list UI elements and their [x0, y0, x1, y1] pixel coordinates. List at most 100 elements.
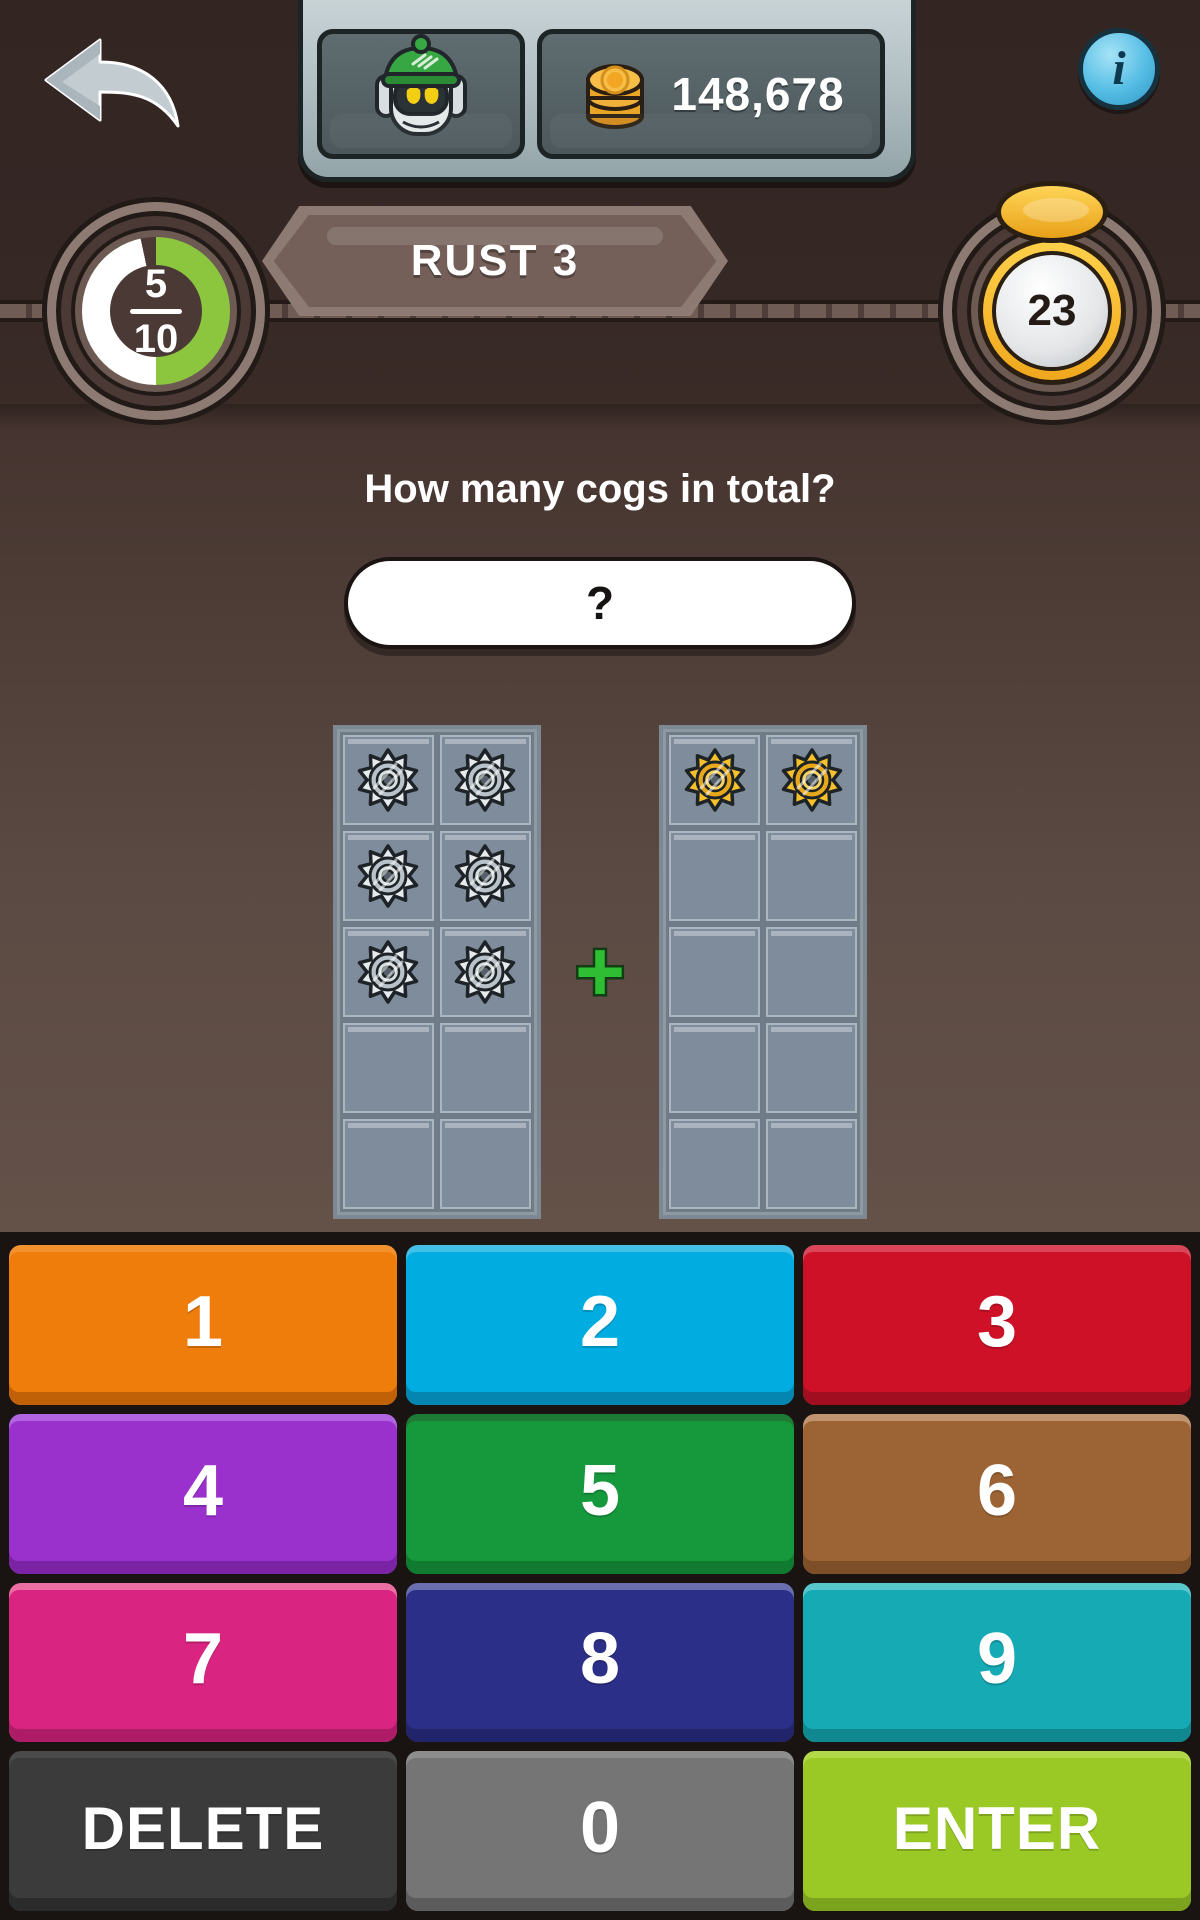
key-label: 5 — [579, 1450, 621, 1531]
badge-coin-icon — [996, 181, 1108, 243]
key-label: ENTER — [892, 1794, 1102, 1862]
player-avatar-icon — [375, 34, 467, 136]
back-button[interactable] — [38, 32, 186, 132]
key-label: 4 — [182, 1450, 224, 1531]
right-cog-grid — [659, 725, 868, 1219]
key-5[interactable]: 5 — [406, 1413, 794, 1574]
grid-cell-empty — [339, 1116, 437, 1212]
cell-highlight — [444, 1027, 526, 1032]
key-6[interactable]: 6 — [803, 1413, 1191, 1574]
key-label: 1 — [182, 1281, 224, 1362]
key-9[interactable]: 9 — [803, 1582, 1191, 1743]
cell-highlight — [771, 1027, 853, 1032]
cog-icon — [684, 748, 745, 812]
cell-highlight — [674, 739, 756, 744]
key-delete[interactable]: DELETE — [9, 1751, 397, 1911]
key-label: 7 — [182, 1619, 224, 1700]
grid-cell-empty — [436, 1116, 534, 1212]
key-face: 8 — [406, 1589, 794, 1730]
cell-highlight — [771, 931, 853, 936]
grid-cell-filled — [436, 924, 534, 1020]
coin-count: 148,678 — [671, 68, 845, 120]
progress-dial: 5 10 — [42, 197, 270, 425]
key-8[interactable]: 8 — [406, 1582, 794, 1743]
grid-cell-empty — [666, 828, 764, 924]
grid-cell-filled — [339, 732, 437, 828]
banner-gloss — [326, 226, 664, 245]
level-badge: 23 — [938, 181, 1166, 425]
cell-highlight — [771, 739, 853, 744]
game-screen: 148,678 i 5 10 RUST 3 23 How many cogs i… — [0, 0, 1200, 1920]
cog-icon — [455, 748, 516, 812]
progress-total: 10 — [133, 316, 179, 361]
grid-cell-empty — [763, 828, 861, 924]
question-prompt: How many cogs in total? — [364, 467, 836, 511]
back-arrow-icon — [44, 38, 180, 128]
cell-highlight — [444, 1123, 526, 1128]
cell-highlight — [674, 1123, 756, 1128]
badge-center: 23 — [992, 251, 1112, 371]
cog-icon — [358, 940, 419, 1004]
key-label: DELETE — [81, 1794, 325, 1862]
grid-cell-filled — [436, 828, 534, 924]
info-button[interactable]: i — [1078, 28, 1160, 110]
left-cog-grid — [332, 725, 541, 1219]
grid-cell-filled — [763, 732, 861, 828]
cell-highlight — [674, 931, 756, 936]
key-0[interactable]: 0 — [406, 1751, 794, 1911]
grid-cell-filled — [339, 828, 437, 924]
key-7[interactable]: 7 — [9, 1582, 397, 1743]
cell-highlight — [347, 1123, 429, 1128]
level-title-inner: RUST 3 — [273, 214, 717, 308]
grid-cell-empty — [763, 1116, 861, 1212]
key-label: 8 — [579, 1619, 621, 1700]
level-number: 23 — [1027, 286, 1077, 335]
key-face: 1 — [9, 1252, 397, 1392]
cell-highlight — [347, 835, 429, 840]
key-face: ENTER — [803, 1758, 1191, 1898]
key-1[interactable]: 1 — [9, 1245, 397, 1405]
key-label: 3 — [976, 1281, 1018, 1362]
key-face: 2 — [406, 1252, 794, 1392]
key-face: 4 — [9, 1420, 397, 1561]
cell-highlight — [444, 835, 526, 840]
number-keypad: 1 2 3 4 5 6 7 8 9 DELETE 0 ENTER — [0, 1236, 1200, 1920]
cell-highlight — [444, 739, 526, 744]
coin-stack-icon — [586, 64, 645, 129]
avatar-panel[interactable] — [317, 29, 525, 159]
key-face: 7 — [9, 1589, 397, 1730]
key-label: 2 — [579, 1281, 621, 1362]
cell-highlight — [347, 739, 429, 744]
grid-cell-empty — [763, 1020, 861, 1116]
hud-frame: 148,678 — [298, 0, 916, 182]
key-face: 9 — [803, 1589, 1191, 1730]
cell-highlight — [771, 1123, 853, 1128]
cell-highlight — [674, 1027, 756, 1032]
cell-highlight — [444, 931, 526, 936]
cog-icon — [455, 940, 516, 1004]
key-enter[interactable]: ENTER — [803, 1751, 1191, 1911]
grid-cell-empty — [666, 1116, 764, 1212]
key-3[interactable]: 3 — [803, 1245, 1191, 1405]
grid-cell-empty — [666, 1020, 764, 1116]
fraction-bar — [130, 308, 182, 314]
key-4[interactable]: 4 — [9, 1413, 397, 1574]
key-face: 3 — [803, 1252, 1191, 1392]
info-icon-letter: i — [1112, 42, 1126, 95]
cell-highlight — [347, 1027, 429, 1032]
key-2[interactable]: 2 — [406, 1245, 794, 1405]
key-face: DELETE — [9, 1758, 397, 1898]
key-label: 9 — [976, 1619, 1018, 1700]
key-face: 0 — [406, 1758, 794, 1898]
plus-operator: + — [572, 924, 627, 1020]
cell-highlight — [347, 931, 429, 936]
grid-cell-empty — [339, 1020, 437, 1116]
cog-icon — [781, 748, 842, 812]
key-label: 0 — [579, 1788, 621, 1869]
answer-input[interactable]: ? — [344, 557, 856, 649]
key-face: 5 — [406, 1420, 794, 1561]
answer-value: ? — [585, 577, 615, 629]
key-label: 6 — [976, 1450, 1018, 1531]
cog-icon — [358, 844, 419, 908]
coin-panel[interactable]: 148,678 — [537, 29, 885, 159]
